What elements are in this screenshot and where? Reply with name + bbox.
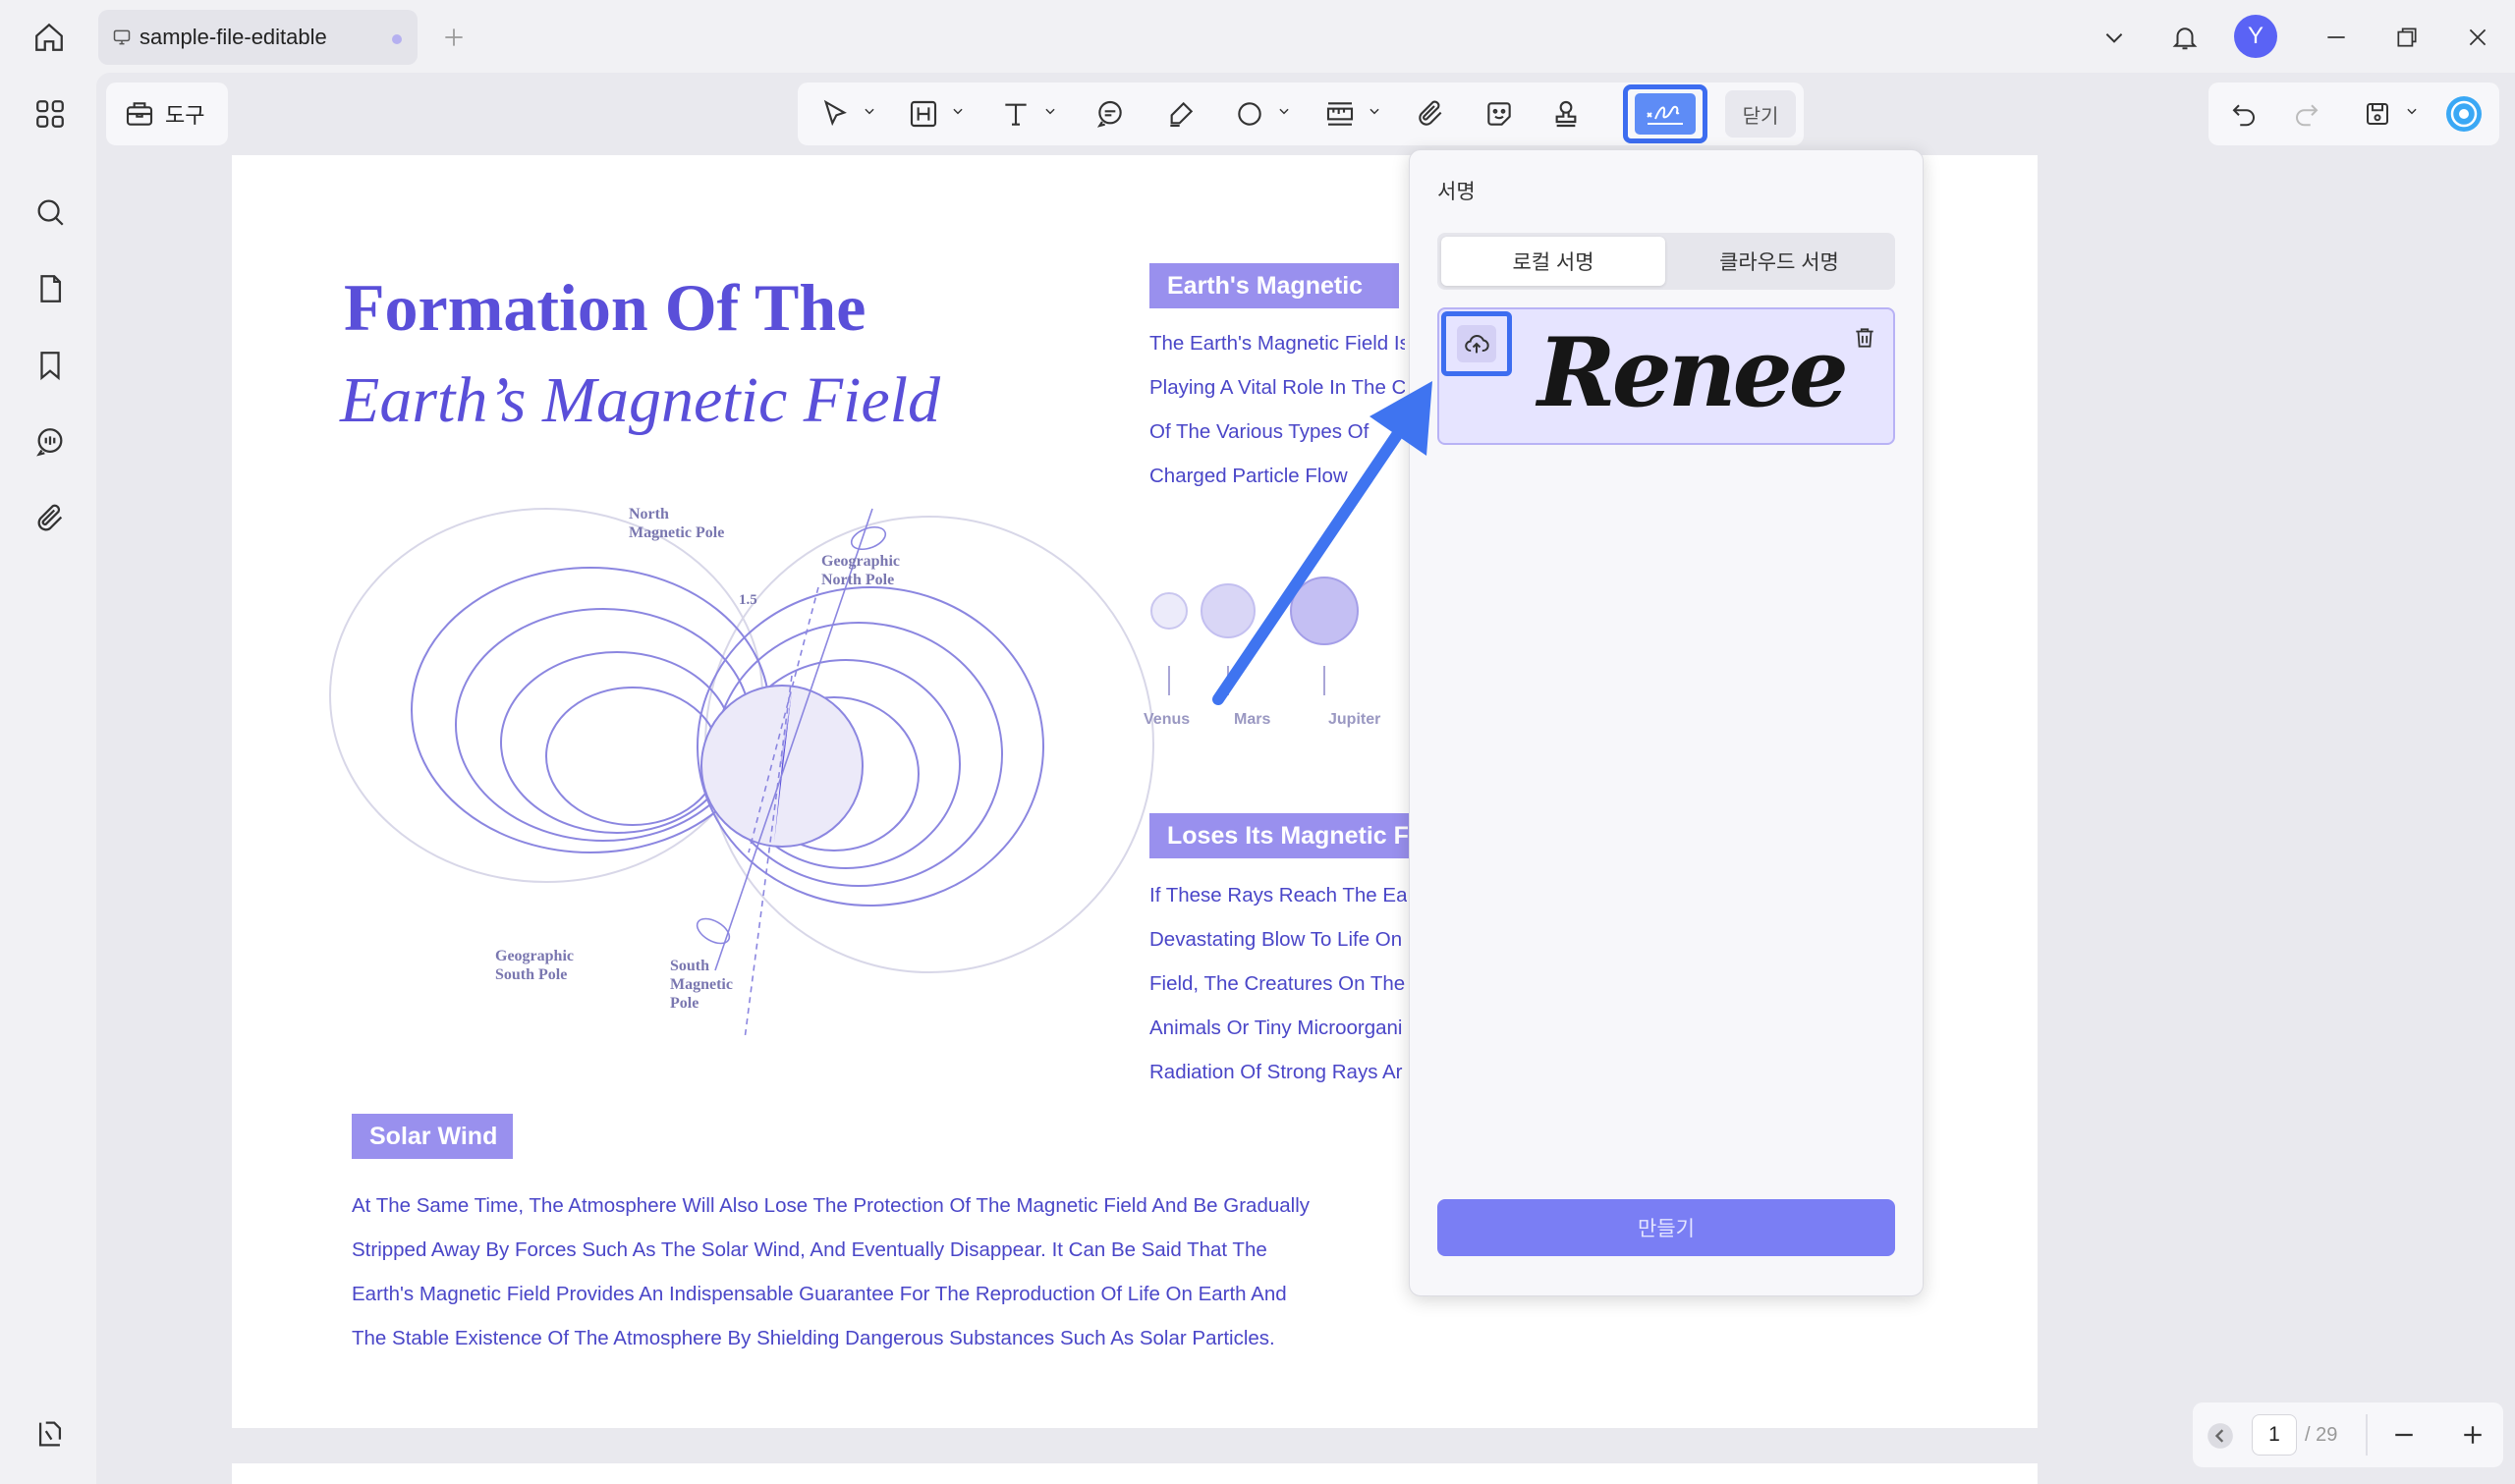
title-bar: sample-file-editable Y — [0, 0, 2515, 73]
tab-title: sample-file-editable — [140, 25, 327, 49]
signature-panel: 서명 로컬 서명 클라우드 서명 Renee 만들기 — [1409, 149, 1924, 1296]
home-icon[interactable] — [29, 18, 69, 57]
paragraph-line: Field, The Creatures On The — [1149, 972, 1406, 995]
section-heading-loses: Loses Its Magnetic Fie — [1149, 813, 1409, 858]
add-tab-icon[interactable] — [434, 18, 474, 57]
comment-icon[interactable] — [28, 420, 72, 464]
cloud-upload-icon — [1457, 325, 1496, 362]
paragraph-line: The Earth's Magnetic Field Is — [1149, 332, 1405, 355]
select-icon[interactable] — [813, 92, 857, 136]
bell-icon[interactable] — [2165, 18, 2205, 57]
chevron-down-icon[interactable] — [1368, 104, 1381, 118]
right-toolbar — [2208, 82, 2499, 145]
document-tab[interactable]: sample-file-editable — [98, 10, 418, 65]
paragraph-line: If These Rays Reach The Ea — [1149, 884, 1407, 907]
chevron-down-icon[interactable] — [1043, 104, 1057, 118]
annotation-toolbar: 닫기 — [798, 82, 1804, 145]
zoom-out-icon[interactable] — [2389, 1420, 2419, 1450]
chevron-down-icon[interactable] — [2095, 18, 2134, 57]
measure-icon[interactable] — [1318, 92, 1362, 136]
diagram-label-geo-north: Geographic North Pole — [821, 553, 900, 588]
zoom-in-icon[interactable] — [2458, 1420, 2487, 1450]
text-box-icon[interactable] — [902, 92, 945, 136]
divider — [2366, 1414, 2368, 1456]
tools-button[interactable]: 도구 — [106, 82, 228, 145]
minimize-icon[interactable] — [2317, 18, 2356, 57]
planet-label-jupiter: Jupiter — [1328, 711, 1381, 728]
diagram-label-north-magnetic: North Magnetic Pole — [629, 506, 725, 541]
section-heading-solar-wind: Solar Wind — [352, 1114, 513, 1159]
restore-icon[interactable] — [2387, 18, 2427, 57]
monitor-icon — [112, 27, 132, 47]
page-number-input[interactable]: 1 — [2252, 1414, 2297, 1456]
chevron-down-icon[interactable] — [1277, 104, 1291, 118]
panel-title: 서명 — [1437, 181, 1476, 203]
text-icon[interactable] — [994, 92, 1037, 136]
thumbnails-icon[interactable] — [28, 92, 72, 136]
paragraph-line: Animals Or Tiny Microorgani — [1149, 1017, 1403, 1039]
diagram-label-geo-south: Geographic South Pole — [495, 948, 574, 983]
chevron-down-icon[interactable] — [863, 104, 876, 118]
next-document-page — [232, 1463, 2038, 1484]
tab-cloud-signature[interactable]: 클라우드 서명 — [1667, 237, 1891, 286]
signature-preview: Renee — [1537, 317, 1849, 428]
bookmark-icon[interactable] — [28, 344, 72, 387]
trash-icon[interactable] — [1852, 325, 1877, 351]
paragraph-line: Playing A Vital Role In The C — [1149, 376, 1405, 399]
unsaved-dot — [392, 34, 402, 44]
paragraph-line: Radiation Of Strong Rays Ar — [1149, 1061, 1403, 1083]
close-icon[interactable] — [2458, 18, 2497, 57]
attach-icon[interactable] — [1409, 92, 1452, 136]
comment-icon[interactable] — [1089, 92, 1132, 136]
paragraph-line: Devastating Blow To Life On — [1149, 928, 1403, 951]
paragraph-line: The Stable Existence Of The Atmosphere B… — [352, 1327, 1275, 1349]
tab-local-signature[interactable]: 로컬 서명 — [1441, 237, 1665, 286]
document-title: Formation Of The — [344, 270, 866, 345]
save-icon[interactable] — [2356, 92, 2399, 136]
planet-label-mars: Mars — [1234, 711, 1271, 728]
signature-icon — [1635, 93, 1696, 135]
sidebar-toggle-icon[interactable] — [28, 1412, 72, 1456]
signature-card[interactable]: Renee — [1437, 307, 1895, 445]
chevron-down-icon[interactable] — [951, 104, 965, 118]
sticker-icon[interactable] — [1478, 92, 1521, 136]
stamp-icon[interactable] — [1544, 92, 1588, 136]
paragraph-line: Of The Various Types Of — [1149, 420, 1369, 443]
signature-source-tabs: 로컬 서명 클라우드 서명 — [1437, 233, 1895, 290]
toolbox-icon — [124, 98, 155, 130]
paragraph-line: Charged Particle Flow — [1149, 465, 1348, 487]
paragraph-line: Stripped Away By Forces Such As The Sola… — [352, 1238, 1267, 1261]
upload-to-cloud-button[interactable] — [1441, 311, 1512, 376]
pages-icon[interactable] — [28, 267, 72, 310]
search-icon[interactable] — [28, 191, 72, 234]
redo-icon[interactable] — [2285, 92, 2328, 136]
diagram-label-tilt: 1.5 — [739, 592, 757, 608]
signature-tool-button[interactable] — [1623, 84, 1707, 143]
paragraph-line: Earth's Magnetic Field Provides An Indis… — [352, 1283, 1287, 1305]
previous-page-icon[interactable] — [2207, 1422, 2234, 1450]
left-sidebar — [8, 73, 92, 1477]
section-heading-magnetic: Earth's Magnetic — [1149, 263, 1399, 308]
chevron-down-icon[interactable] — [2405, 104, 2419, 118]
document-subtitle: Earth’s Magnetic Field — [340, 364, 941, 436]
tools-label: 도구 — [165, 103, 205, 128]
avatar[interactable]: Y — [2234, 15, 2277, 58]
create-signature-button[interactable]: 만들기 — [1437, 1199, 1895, 1256]
ai-assistant-icon[interactable] — [2442, 92, 2486, 136]
shape-icon[interactable] — [1228, 92, 1271, 136]
planet-comparison — [1150, 577, 1359, 695]
attachment-icon[interactable] — [28, 497, 72, 540]
close-toolbar-button[interactable]: 닫기 — [1725, 90, 1796, 137]
paragraph-line: At The Same Time, The Atmosphere Will Al… — [352, 1194, 1311, 1217]
page-navigation: 1 / 29 — [2193, 1402, 2503, 1467]
highlighter-icon[interactable] — [1159, 92, 1202, 136]
diagram-label-south-magnetic: South Magnetic Pole — [670, 958, 733, 1012]
undo-icon[interactable] — [2222, 92, 2265, 136]
page-total: / 29 — [2305, 1424, 2338, 1446]
planet-label-venus: Venus — [1144, 711, 1191, 728]
